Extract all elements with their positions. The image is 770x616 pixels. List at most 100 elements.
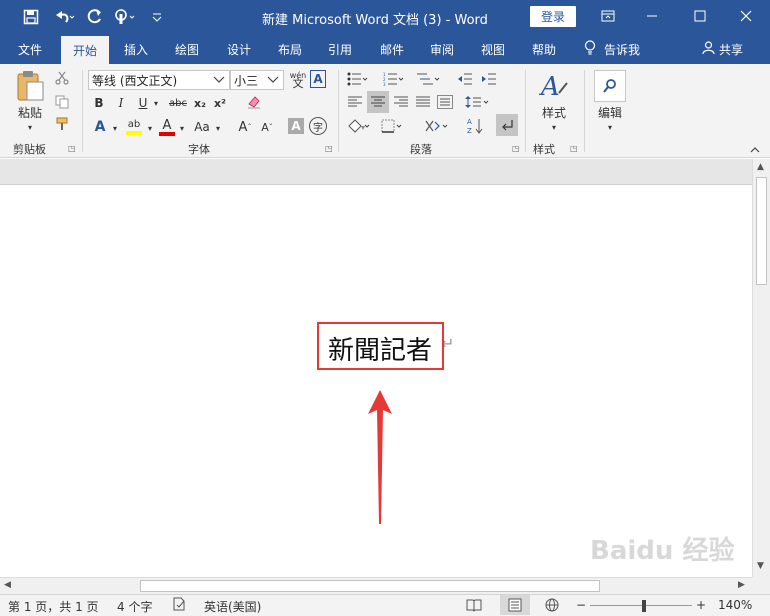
text-effects-button[interactable]: A xyxy=(92,118,108,136)
highlight-button[interactable]: ab xyxy=(124,116,144,138)
tab-layout[interactable]: 布局 xyxy=(278,34,302,64)
page-count[interactable]: 第 1 页，共 1 页 xyxy=(8,598,99,615)
tab-design[interactable]: 设计 xyxy=(227,34,251,64)
bold-button[interactable]: B xyxy=(92,95,106,111)
multilevel-list-icon[interactable] xyxy=(416,70,442,88)
superscript-button[interactable]: x² xyxy=(212,95,228,111)
paste-icon[interactable] xyxy=(14,70,46,102)
collapse-ribbon-icon[interactable] xyxy=(748,144,762,156)
horizontal-scroll-thumb[interactable] xyxy=(140,580,600,592)
customize-icon[interactable] xyxy=(148,7,166,27)
tab-file[interactable]: 文件 xyxy=(18,34,42,64)
editing-dropdown-icon[interactable]: ▾ xyxy=(602,122,618,132)
scroll-left-icon[interactable]: ◀ xyxy=(4,580,11,590)
underline-dropdown-icon[interactable]: ▾ xyxy=(151,95,161,111)
highlight-dropdown-icon[interactable]: ▾ xyxy=(145,120,155,136)
vertical-scrollbar[interactable]: ▲ ▼ xyxy=(752,159,770,577)
font-size-combo[interactable]: 小三 xyxy=(230,70,284,90)
tab-draw[interactable]: 绘图 xyxy=(175,34,199,64)
paste-dropdown-icon[interactable]: ▾ xyxy=(22,122,38,132)
copy-icon[interactable] xyxy=(54,94,70,110)
language[interactable]: 英语(美国) xyxy=(204,598,261,615)
scroll-up-icon[interactable]: ▲ xyxy=(757,162,764,172)
minimize-icon[interactable] xyxy=(638,5,666,27)
subscript-button[interactable]: x₂ xyxy=(192,95,208,111)
zoom-level[interactable]: 140% xyxy=(718,598,752,612)
share-button[interactable]: 共享 xyxy=(702,34,743,64)
char-border-icon[interactable]: A xyxy=(310,70,326,88)
styles-icon[interactable]: A xyxy=(538,70,570,102)
increase-indent-icon[interactable] xyxy=(480,70,498,88)
shading-icon[interactable] xyxy=(346,117,372,135)
styles-dropdown-icon[interactable]: ▾ xyxy=(546,122,562,132)
phonetic-guide-button[interactable]: wén 文 xyxy=(288,70,308,90)
justify-icon[interactable] xyxy=(414,93,432,111)
horizontal-scrollbar[interactable]: ◀ ▶ xyxy=(0,577,752,594)
tell-me[interactable]: 告诉我 xyxy=(584,34,640,64)
print-layout-icon[interactable] xyxy=(500,595,530,615)
font-color-dropdown-icon[interactable]: ▾ xyxy=(177,120,187,136)
bullets-icon[interactable] xyxy=(346,70,370,88)
asian-layout-icon[interactable] xyxy=(422,117,452,135)
tab-insert[interactable]: 插入 xyxy=(124,34,148,64)
tab-help[interactable]: 帮助 xyxy=(532,34,556,64)
read-mode-icon[interactable] xyxy=(466,598,482,615)
web-layout-icon[interactable] xyxy=(544,598,560,615)
undo-icon[interactable] xyxy=(50,7,78,27)
borders-icon[interactable] xyxy=(380,117,404,135)
tab-view[interactable]: 视图 xyxy=(481,34,505,64)
show-formatting-marks-icon[interactable] xyxy=(496,114,518,136)
zoom-out-button[interactable]: − xyxy=(576,598,586,612)
login-button[interactable]: 登录 xyxy=(530,6,576,27)
proofing-icon[interactable] xyxy=(172,597,188,614)
line-spacing-icon[interactable] xyxy=(464,93,492,111)
editing-button-label[interactable]: 编辑 xyxy=(592,104,628,120)
zoom-slider[interactable] xyxy=(590,605,692,606)
scroll-down-icon[interactable]: ▼ xyxy=(757,561,764,571)
search-icon[interactable] xyxy=(594,70,626,102)
tab-mailings[interactable]: 邮件 xyxy=(380,34,404,64)
save-icon[interactable] xyxy=(20,7,42,27)
numbering-icon[interactable]: 123 xyxy=(382,70,406,88)
zoom-in-button[interactable]: + xyxy=(696,598,706,612)
shrink-font-button[interactable]: Aˇ xyxy=(258,118,276,136)
font-name-combo[interactable]: 等线 (西文正文) xyxy=(88,70,230,90)
ribbon-display-options-icon[interactable] xyxy=(594,5,622,27)
align-center-icon[interactable] xyxy=(367,91,389,113)
scroll-right-icon[interactable]: ▶ xyxy=(738,580,745,590)
align-right-icon[interactable] xyxy=(392,93,410,111)
tab-references[interactable]: 引用 xyxy=(328,34,352,64)
font-color-button[interactable]: A xyxy=(158,116,176,138)
align-left-icon[interactable] xyxy=(346,93,364,111)
sort-icon[interactable]: AZ xyxy=(466,116,484,136)
text-effects-dropdown-icon[interactable]: ▾ xyxy=(110,120,120,136)
touch-mode-icon[interactable] xyxy=(110,7,140,27)
font-launcher-icon[interactable]: ◳ xyxy=(325,144,333,153)
paragraph-launcher-icon[interactable]: ◳ xyxy=(512,144,520,153)
redo-icon[interactable] xyxy=(84,7,106,27)
enclose-char-button[interactable]: 字 xyxy=(309,117,327,135)
clear-formatting-icon[interactable] xyxy=(246,94,262,110)
cut-icon[interactable] xyxy=(54,70,70,86)
clipboard-launcher-icon[interactable]: ◳ xyxy=(68,144,76,153)
maximize-icon[interactable] xyxy=(686,5,714,27)
decrease-indent-icon[interactable] xyxy=(456,70,474,88)
vertical-scroll-thumb[interactable] xyxy=(756,177,767,285)
char-shading-button[interactable]: A xyxy=(288,118,304,134)
format-painter-icon[interactable] xyxy=(54,116,70,132)
change-case-button[interactable]: Aa xyxy=(192,118,212,136)
strikethrough-button[interactable]: abc xyxy=(166,95,190,111)
tab-review[interactable]: 审阅 xyxy=(430,34,454,64)
word-count[interactable]: 4 个字 xyxy=(117,598,152,615)
underline-button[interactable]: U xyxy=(136,95,150,111)
italic-button[interactable]: I xyxy=(114,95,128,111)
grow-font-button[interactable]: Aˆ xyxy=(236,118,254,136)
change-case-dropdown-icon[interactable]: ▾ xyxy=(213,120,223,136)
distributed-icon[interactable] xyxy=(436,93,454,111)
paste-label[interactable]: 粘贴 xyxy=(14,104,46,120)
styles-launcher-icon[interactable]: ◳ xyxy=(570,144,578,153)
zoom-slider-thumb[interactable] xyxy=(642,600,646,612)
close-icon[interactable] xyxy=(732,5,760,27)
styles-button-label[interactable]: 样式 xyxy=(536,104,572,120)
tab-home[interactable]: 开始 xyxy=(61,36,110,64)
